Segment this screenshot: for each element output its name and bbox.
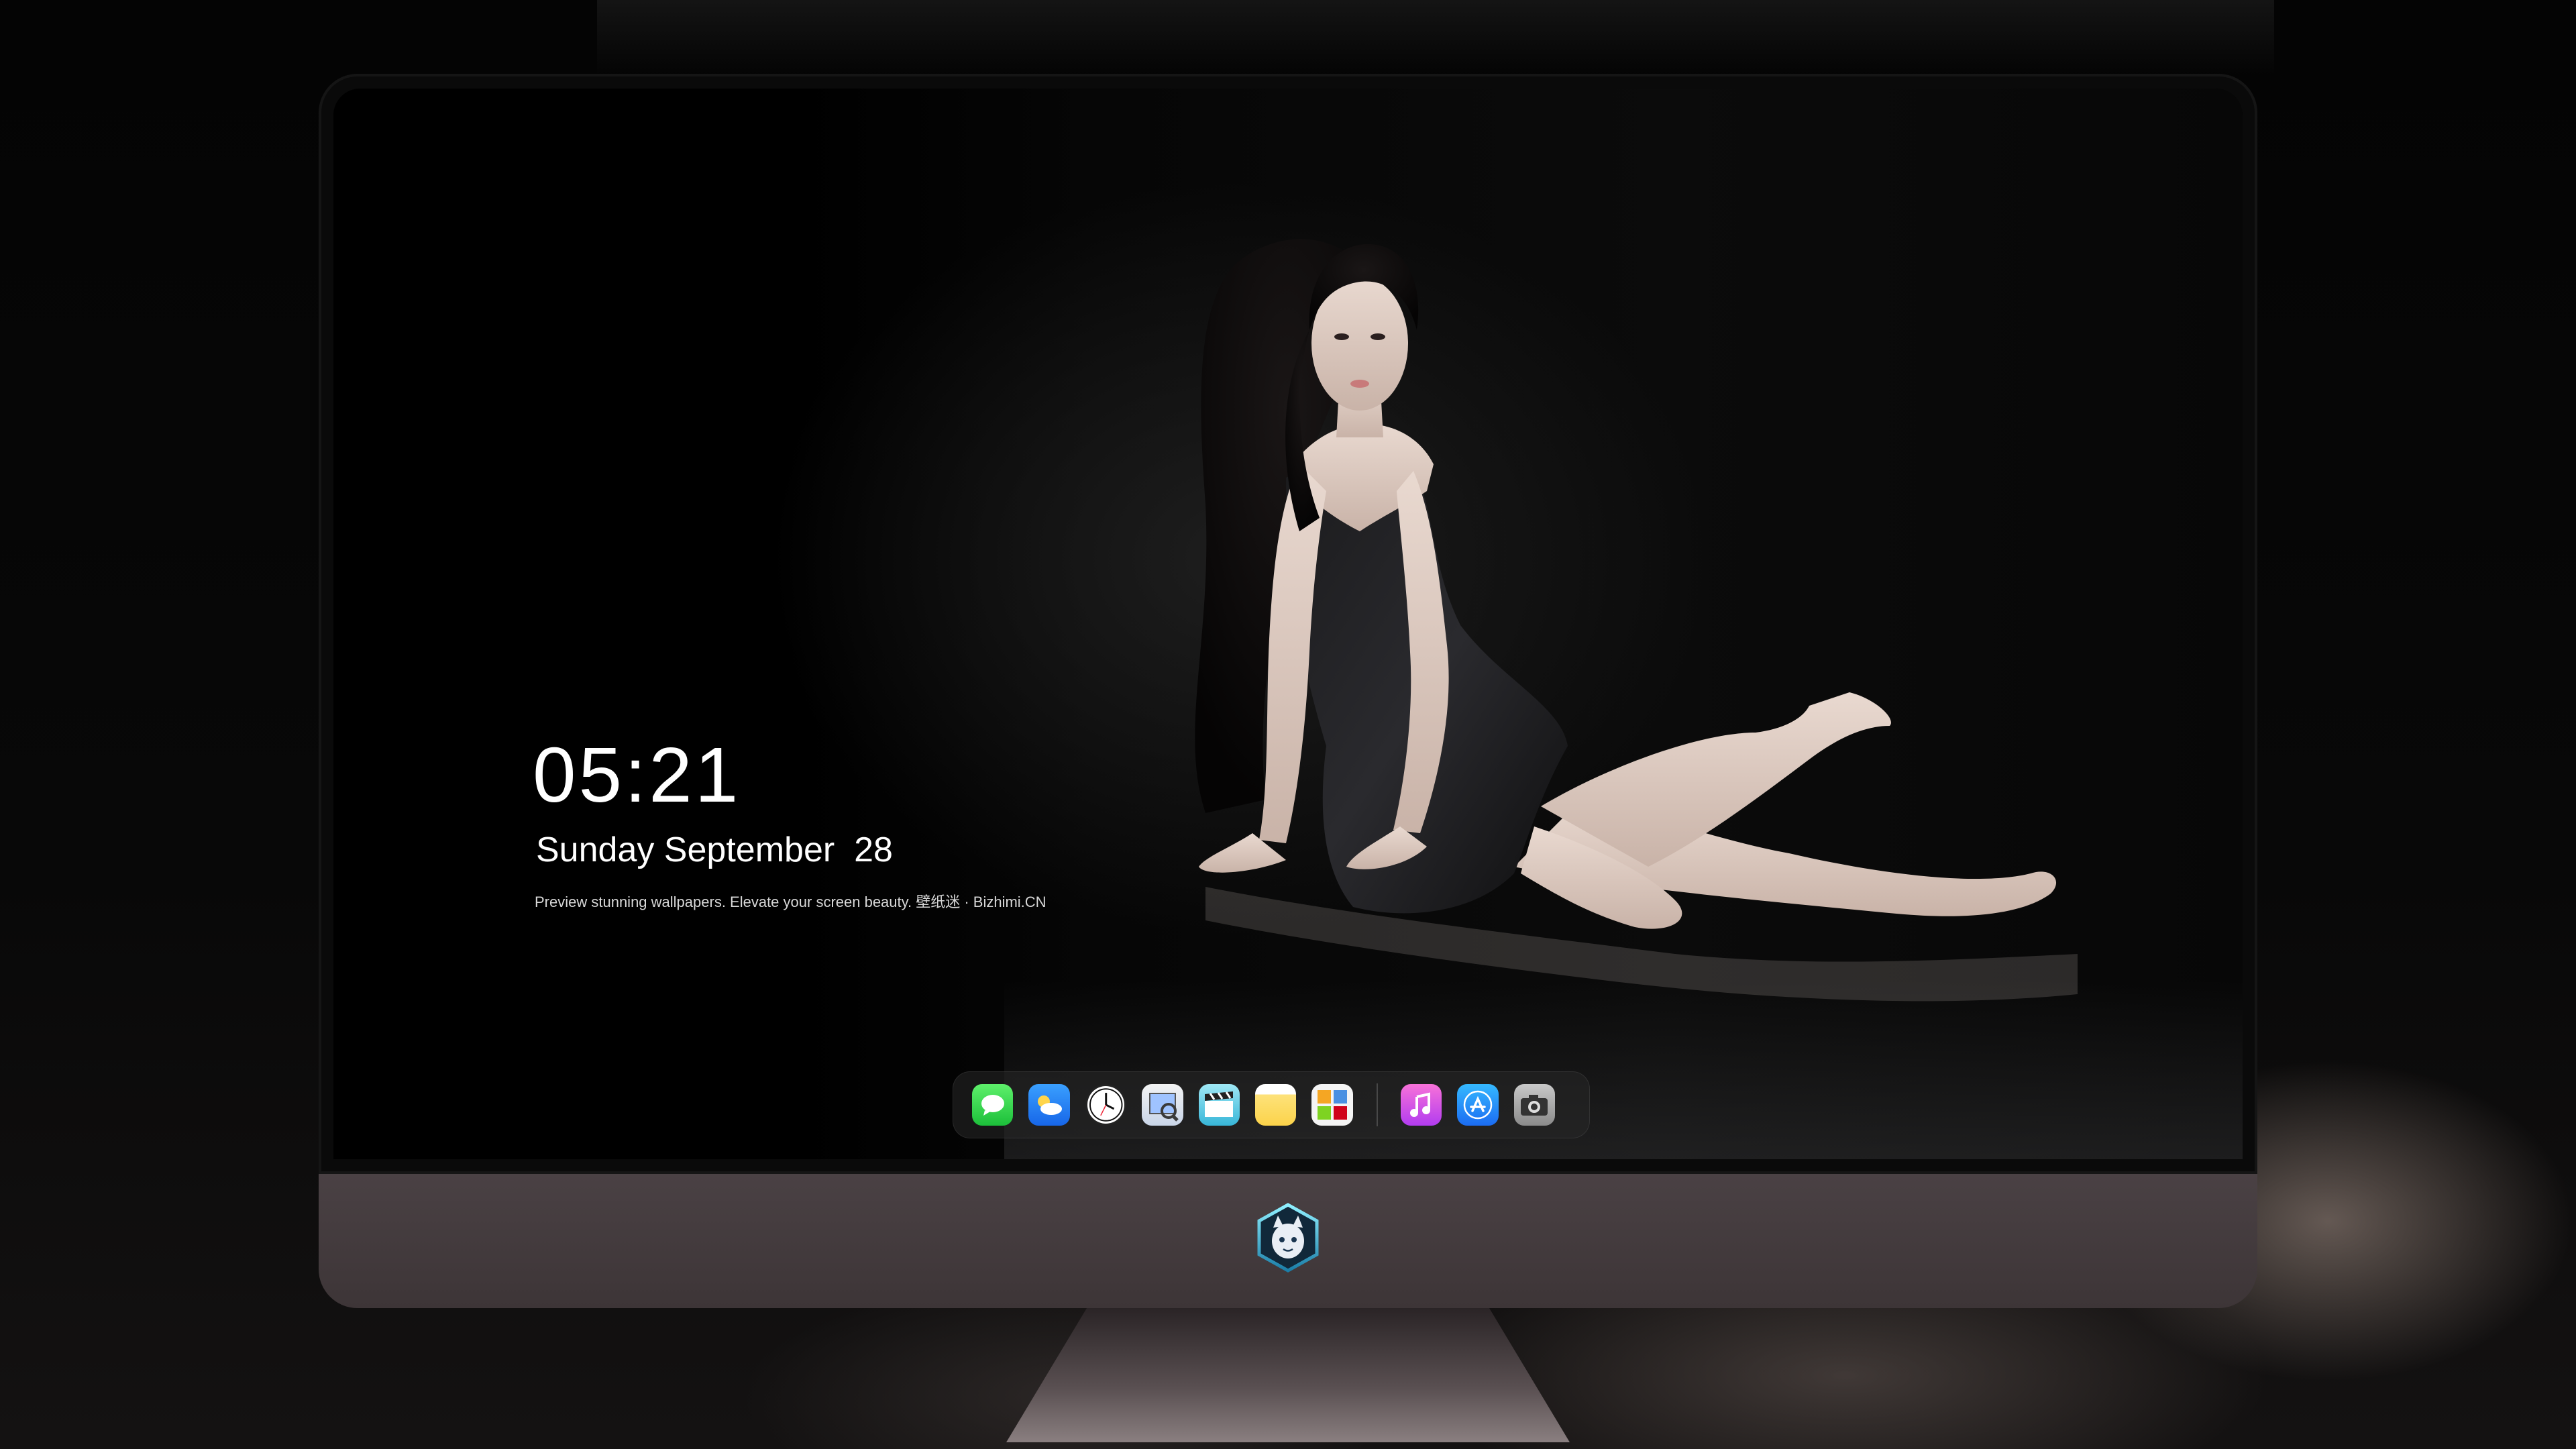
clapperboard-icon[interactable] [1198,1084,1240,1126]
app-store-icon[interactable] [1457,1084,1499,1126]
preview-icon[interactable] [1142,1084,1183,1126]
weather-icon[interactable] [1028,1084,1070,1126]
notes-icon[interactable] [1255,1084,1297,1126]
background-top-band [597,0,2274,74]
camera-icon[interactable] [1513,1084,1555,1126]
lock-screen-time: 05:21 [533,731,741,818]
monitor-screen: 05:21 Sunday September 28 Preview stunni… [333,89,2243,1159]
messages-icon[interactable] [972,1084,1014,1126]
monitor-stand [1006,1308,1570,1442]
bizhimi-logo-icon [1257,1203,1319,1273]
photos-icon[interactable] [1311,1084,1353,1126]
lock-screen-tagline: Preview stunning wallpapers. Elevate you… [535,894,1046,910]
dock [953,1071,1590,1138]
dock-separator [1376,1083,1378,1126]
monitor-bezel: 05:21 Sunday September 28 Preview stunni… [319,74,2257,1174]
music-icon[interactable] [1400,1084,1442,1126]
lock-screen-date: Sunday September 28 [536,830,893,869]
monitor: 05:21 Sunday September 28 Preview stunni… [319,74,2257,1442]
clock-icon[interactable] [1085,1084,1127,1126]
wallpaper-woman-figure [1195,239,2078,1002]
